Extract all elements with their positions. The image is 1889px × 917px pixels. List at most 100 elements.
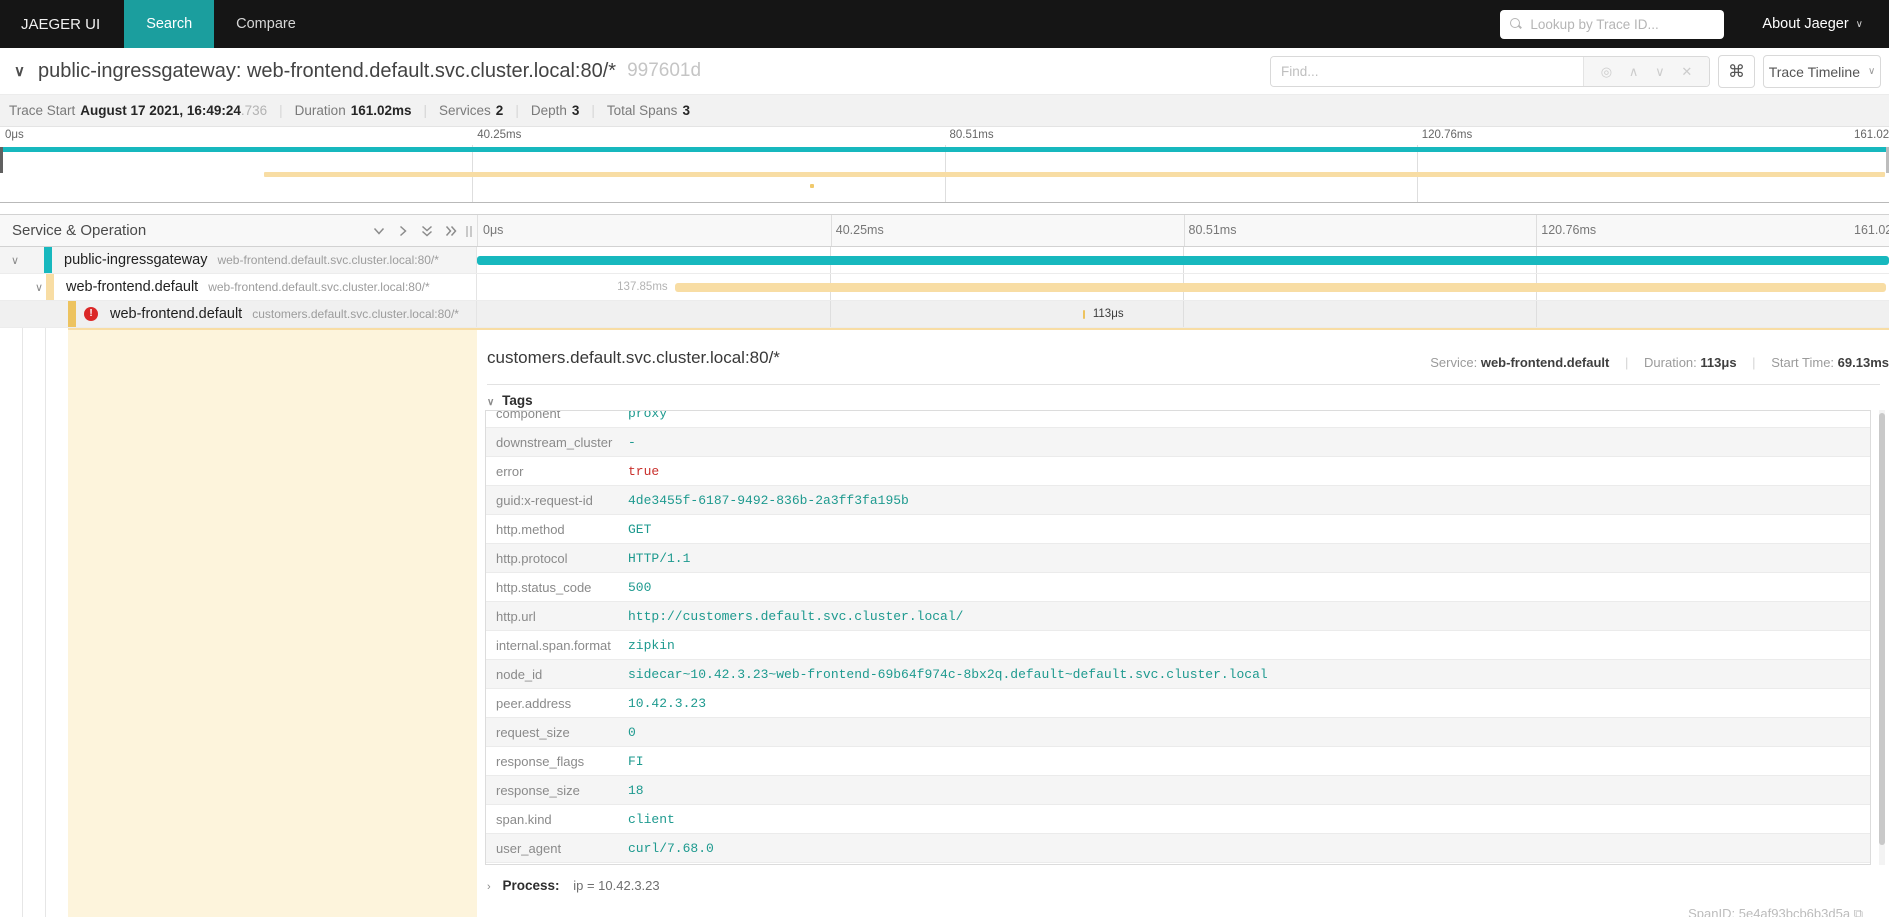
span-bar[interactable] (1083, 310, 1085, 319)
start-time-label: Start Time: (1771, 355, 1834, 370)
tag-value: http://customers.default.svc.cluster.loc… (628, 609, 963, 624)
minimap-canvas[interactable] (0, 145, 1889, 203)
tab-search[interactable]: Search (124, 0, 214, 48)
service-color-stripe (68, 301, 76, 327)
tag-row: http.urlhttp://customers.default.svc.clu… (486, 602, 1870, 631)
tick-label: 80.51ms (950, 129, 994, 141)
timeline-tick-labels: 0μs40.25ms80.51ms120.76ms161.02ms (477, 215, 1889, 246)
trace-view-selector[interactable]: Trace Timeline ∨ (1763, 55, 1881, 88)
span-duration-label: 137.85ms (617, 281, 668, 293)
span-row[interactable]: 137.85ms ∨ web-frontend.default web-fron… (0, 274, 1889, 301)
trace-start-value: August 17 2021, 16:49:24 (80, 103, 241, 118)
service-operation-header: Service & Operation (12, 222, 146, 239)
span-detail-summary: Service: web-frontend.default | Duration… (1430, 355, 1889, 370)
span-timeline-cell[interactable]: 137.85ms (477, 274, 1889, 300)
service-color-stripe (46, 274, 54, 300)
tag-key: response_flags (486, 754, 628, 769)
tag-value: 10.42.3.23 (628, 696, 706, 711)
collapse-children-chevron-icon[interactable]: ∨ (32, 281, 46, 294)
span-timeline-cell[interactable] (477, 247, 1889, 273)
tag-value: client (628, 812, 675, 827)
tag-row: http.status_code500 (486, 573, 1870, 602)
depth-label: Depth (531, 103, 567, 118)
find-locate-icon[interactable]: ◎ (1601, 64, 1612, 80)
tag-key: request_size (486, 725, 628, 740)
trace-id-lookup-input[interactable]: Lookup by Trace ID... (1500, 10, 1724, 39)
tick-label: 120.76ms (1422, 129, 1473, 141)
tag-value: FI (628, 754, 644, 769)
total-spans-value: 3 (682, 103, 690, 118)
selected-span-indent-block (68, 330, 477, 917)
tag-value: curl/7.68.0 (628, 841, 714, 856)
find-input[interactable] (1271, 57, 1583, 86)
services-label: Services (439, 103, 491, 118)
tag-key: component (486, 410, 628, 421)
span-name-cell[interactable]: ∨ web-frontend.default web-frontend.defa… (0, 274, 477, 300)
detail-scrollbar-thumb[interactable] (1879, 413, 1885, 845)
error-icon: ! (84, 307, 98, 321)
trace-start-label: Trace Start (9, 103, 75, 118)
span-id-footer: SpanID: 5e4af93bcb6b3d5a ⧉ (1688, 906, 1863, 917)
find-clear-icon[interactable]: ✕ (1681, 64, 1692, 80)
span-id-label: SpanID: (1688, 906, 1735, 917)
tag-key: guid:x-request-id (486, 493, 628, 508)
tag-row: internal.span.formatzipkin (486, 631, 1870, 660)
span-timeline-cell[interactable]: 113μs (477, 301, 1889, 327)
tag-row: componentproxy (486, 410, 1870, 428)
find-prev-icon[interactable]: ∧ (1629, 64, 1639, 80)
tag-row: response_size18 (486, 776, 1870, 805)
minimap-left-scrubber[interactable] (0, 147, 3, 173)
timeline-gridline (831, 215, 832, 246)
tag-key: user_agent (486, 841, 628, 856)
span-name-cell[interactable]: ! web-frontend.default customers.default… (0, 301, 477, 327)
about-jaeger-label: About Jaeger (1762, 16, 1848, 32)
span-name-cell[interactable]: ∨ public-ingressgateway web-frontend.def… (0, 247, 477, 273)
separator: | (515, 103, 519, 118)
tag-value: 18 (628, 783, 644, 798)
tag-key: http.status_code (486, 580, 628, 595)
tags-section-toggle[interactable]: ∨ Tags (487, 393, 533, 408)
collapse-all-icon[interactable] (420, 224, 434, 238)
tag-key: http.method (486, 522, 628, 537)
separator: | (591, 103, 595, 118)
process-label: Process: (502, 878, 559, 893)
tag-value: HTTP/1.1 (628, 551, 690, 566)
span-bar[interactable] (477, 256, 1889, 265)
span-bar[interactable] (675, 283, 1886, 292)
minimap-tick-labels: 0μs40.25ms80.51ms120.76ms161.02ms (0, 127, 1889, 145)
tick-label: 0μs (5, 129, 24, 141)
process-section-toggle[interactable]: › Process: ip = 10.42.3.23 (487, 878, 660, 893)
duration-value: 113μs (1700, 355, 1736, 370)
chevron-down-icon: ∨ (1856, 19, 1863, 30)
find-next-icon[interactable]: ∨ (1655, 64, 1665, 80)
collapse-one-icon[interactable] (372, 224, 386, 238)
find-in-trace-group: ◎ ∧ ∨ ✕ (1270, 56, 1710, 87)
chevron-right-icon: › (487, 881, 491, 893)
tag-key: node_id (486, 667, 628, 682)
expand-all-icon[interactable] (444, 224, 458, 238)
column-resizer-handle[interactable] (466, 226, 473, 237)
collapse-children-chevron-icon[interactable]: ∨ (8, 254, 22, 267)
tab-compare[interactable]: Compare (214, 0, 318, 48)
expand-one-icon[interactable] (396, 224, 410, 238)
copy-icon[interactable]: ⧉ (1854, 906, 1863, 917)
tag-row: response_flagsFI (486, 747, 1870, 776)
tag-row: errortrue (486, 457, 1870, 486)
collapse-trace-chevron-icon[interactable]: ∨ (14, 62, 25, 80)
separator: | (279, 103, 283, 118)
span-row[interactable]: ∨ public-ingressgateway web-frontend.def… (0, 247, 1889, 274)
tag-value: GET (628, 522, 651, 537)
tag-value: sidecar~10.42.3.23~web-frontend-69b64f97… (628, 667, 1268, 682)
timeline-header: Service & Operation 0μs40.25ms80.51ms120… (0, 214, 1889, 247)
tag-row: peer.address10.42.3.23 (486, 689, 1870, 718)
services-value: 2 (496, 103, 504, 118)
minimap-span-bar (0, 147, 1889, 152)
separator: | (424, 103, 428, 118)
tag-key: peer.address (486, 696, 628, 711)
span-row-selected[interactable]: 113μs ! web-frontend.default customers.d… (0, 301, 1889, 328)
service-name: web-frontend.default (66, 279, 198, 295)
about-jaeger-menu[interactable]: About Jaeger ∨ (1762, 16, 1863, 32)
detail-scrollbar-track[interactable] (1879, 410, 1885, 865)
shortcuts-button[interactable]: ⌘ (1718, 55, 1755, 88)
duration-value: 161.02ms (351, 103, 412, 118)
